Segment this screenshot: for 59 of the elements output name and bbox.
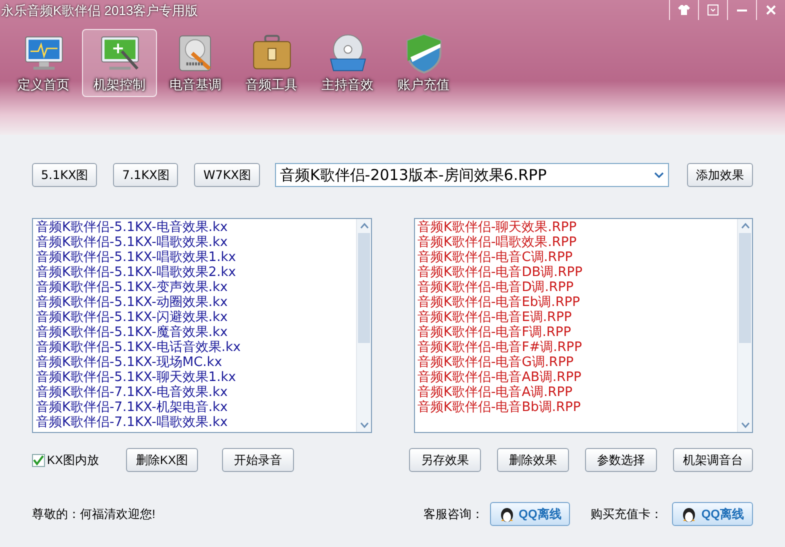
- list-item[interactable]: 音频K歌伴侣-电音F#调.RPP: [418, 340, 582, 355]
- scrollbar[interactable]: [356, 219, 370, 432]
- list-item[interactable]: 音频K歌伴侣-电音E调.RPP: [418, 310, 572, 325]
- action-button[interactable]: 删除效果: [497, 448, 569, 472]
- list-item[interactable]: 音频K歌伴侣-5.1KX-电音效果.kx: [36, 220, 228, 235]
- penguin-icon: [498, 505, 515, 523]
- list-item[interactable]: 音频K歌伴侣-5.1KX-唱歌效果.kx: [36, 235, 228, 250]
- qq-buy-button[interactable]: QQ离线: [672, 502, 753, 526]
- close-icon: [765, 4, 777, 16]
- action-button[interactable]: 机架调音台: [673, 448, 753, 472]
- rpp-file-list[interactable]: [414, 218, 753, 433]
- list-item[interactable]: 音频K歌伴侣-7.1KX-机架电音.kx: [36, 400, 228, 415]
- map-button[interactable]: W7KX图: [194, 163, 260, 187]
- effect-dropdown[interactable]: 音频K歌伴侣-2013版本-房间效果6.RPP: [274, 163, 669, 187]
- penguin-icon: [681, 505, 698, 523]
- list-item[interactable]: 音频K歌伴侣-5.1KX-聊天效果1.kx: [36, 370, 236, 385]
- list-item[interactable]: 音频K歌伴侣-5.1KX-现场MC.kx: [36, 355, 222, 370]
- nav-tab[interactable]: 定义首页: [6, 29, 81, 97]
- list-item[interactable]: 音频K歌伴侣-5.1KX-电话音效果.kx: [36, 340, 241, 355]
- action-button[interactable]: 开始录音: [222, 448, 294, 472]
- service-label: 客服咨询：: [424, 506, 484, 523]
- buy-card-label: 购买充值卡：: [590, 506, 662, 523]
- qq-service-button[interactable]: QQ离线: [490, 502, 570, 526]
- list-item[interactable]: 音频K歌伴侣-电音F调.RPP: [418, 325, 572, 340]
- minimize-icon: [736, 8, 748, 12]
- list-item[interactable]: 音频K歌伴侣-5.1KX-魔音效果.kx: [36, 325, 228, 340]
- list-item[interactable]: 音频K歌伴侣-5.1KX-唱歌效果1.kx: [36, 250, 236, 265]
- list-item[interactable]: 音频K歌伴侣-电音C调.RPP: [418, 250, 573, 265]
- list-item[interactable]: 音频K歌伴侣-聊天效果.RPP: [418, 220, 577, 235]
- list-item[interactable]: 音频K歌伴侣-7.1KX-唱歌效果.kx: [36, 415, 228, 430]
- list-item[interactable]: 音频K歌伴侣-7.1KX-电音效果.kx: [36, 385, 228, 400]
- list-item[interactable]: 音频K歌伴侣-电音A调.RPP: [418, 385, 572, 400]
- kx-inner-checkbox[interactable]: KX图内放: [32, 451, 100, 469]
- list-item[interactable]: 音频K歌伴侣-5.1KX-唱歌效果2.kx: [36, 265, 236, 280]
- list-item[interactable]: 音频K歌伴侣-电音G调.RPP: [418, 355, 574, 370]
- dropdown-icon: [707, 4, 719, 16]
- list-item[interactable]: 音频K歌伴侣-电音DB调.RPP: [418, 265, 582, 280]
- list-item[interactable]: 音频K歌伴侣-唱歌效果.RPP: [418, 235, 577, 250]
- map-button[interactable]: 7.1KX图: [113, 163, 178, 187]
- add-effect-button[interactable]: 添加效果: [687, 163, 753, 187]
- check-icon: [33, 454, 44, 466]
- list-item[interactable]: 音频K歌伴侣-电音Eb调.RPP: [418, 295, 580, 310]
- action-button[interactable]: 另存效果: [409, 448, 481, 472]
- scrollbar[interactable]: [737, 219, 752, 432]
- chevron-down-icon: [654, 171, 664, 179]
- skin-icon: [678, 4, 690, 16]
- window-title: 永乐音频K歌伴侣 2013客户专用版: [0, 2, 198, 20]
- list-item[interactable]: 音频K歌伴侣-5.1KX-变声效果.kx: [36, 280, 228, 295]
- list-item[interactable]: 音频K歌伴侣-电音Bb调.RPP: [418, 400, 581, 415]
- map-button[interactable]: 5.1KX图: [32, 163, 98, 187]
- welcome-text: 尊敬的：何福清欢迎您!: [32, 506, 156, 523]
- action-button[interactable]: 删除KX图: [126, 448, 198, 472]
- list-item[interactable]: 音频K歌伴侣-电音D调.RPP: [418, 280, 574, 295]
- action-button[interactable]: 参数选择: [585, 448, 657, 472]
- kx-file-list[interactable]: [32, 218, 372, 433]
- nav-tab[interactable]: 账户充值: [386, 29, 461, 97]
- list-item[interactable]: 音频K歌伴侣-5.1KX-闪避效果.kx: [36, 310, 228, 325]
- list-item[interactable]: 音频K歌伴侣-5.1KX-动圈效果.kx: [36, 295, 228, 310]
- list-item[interactable]: 音频K歌伴侣-电音AB调.RPP: [418, 370, 582, 385]
